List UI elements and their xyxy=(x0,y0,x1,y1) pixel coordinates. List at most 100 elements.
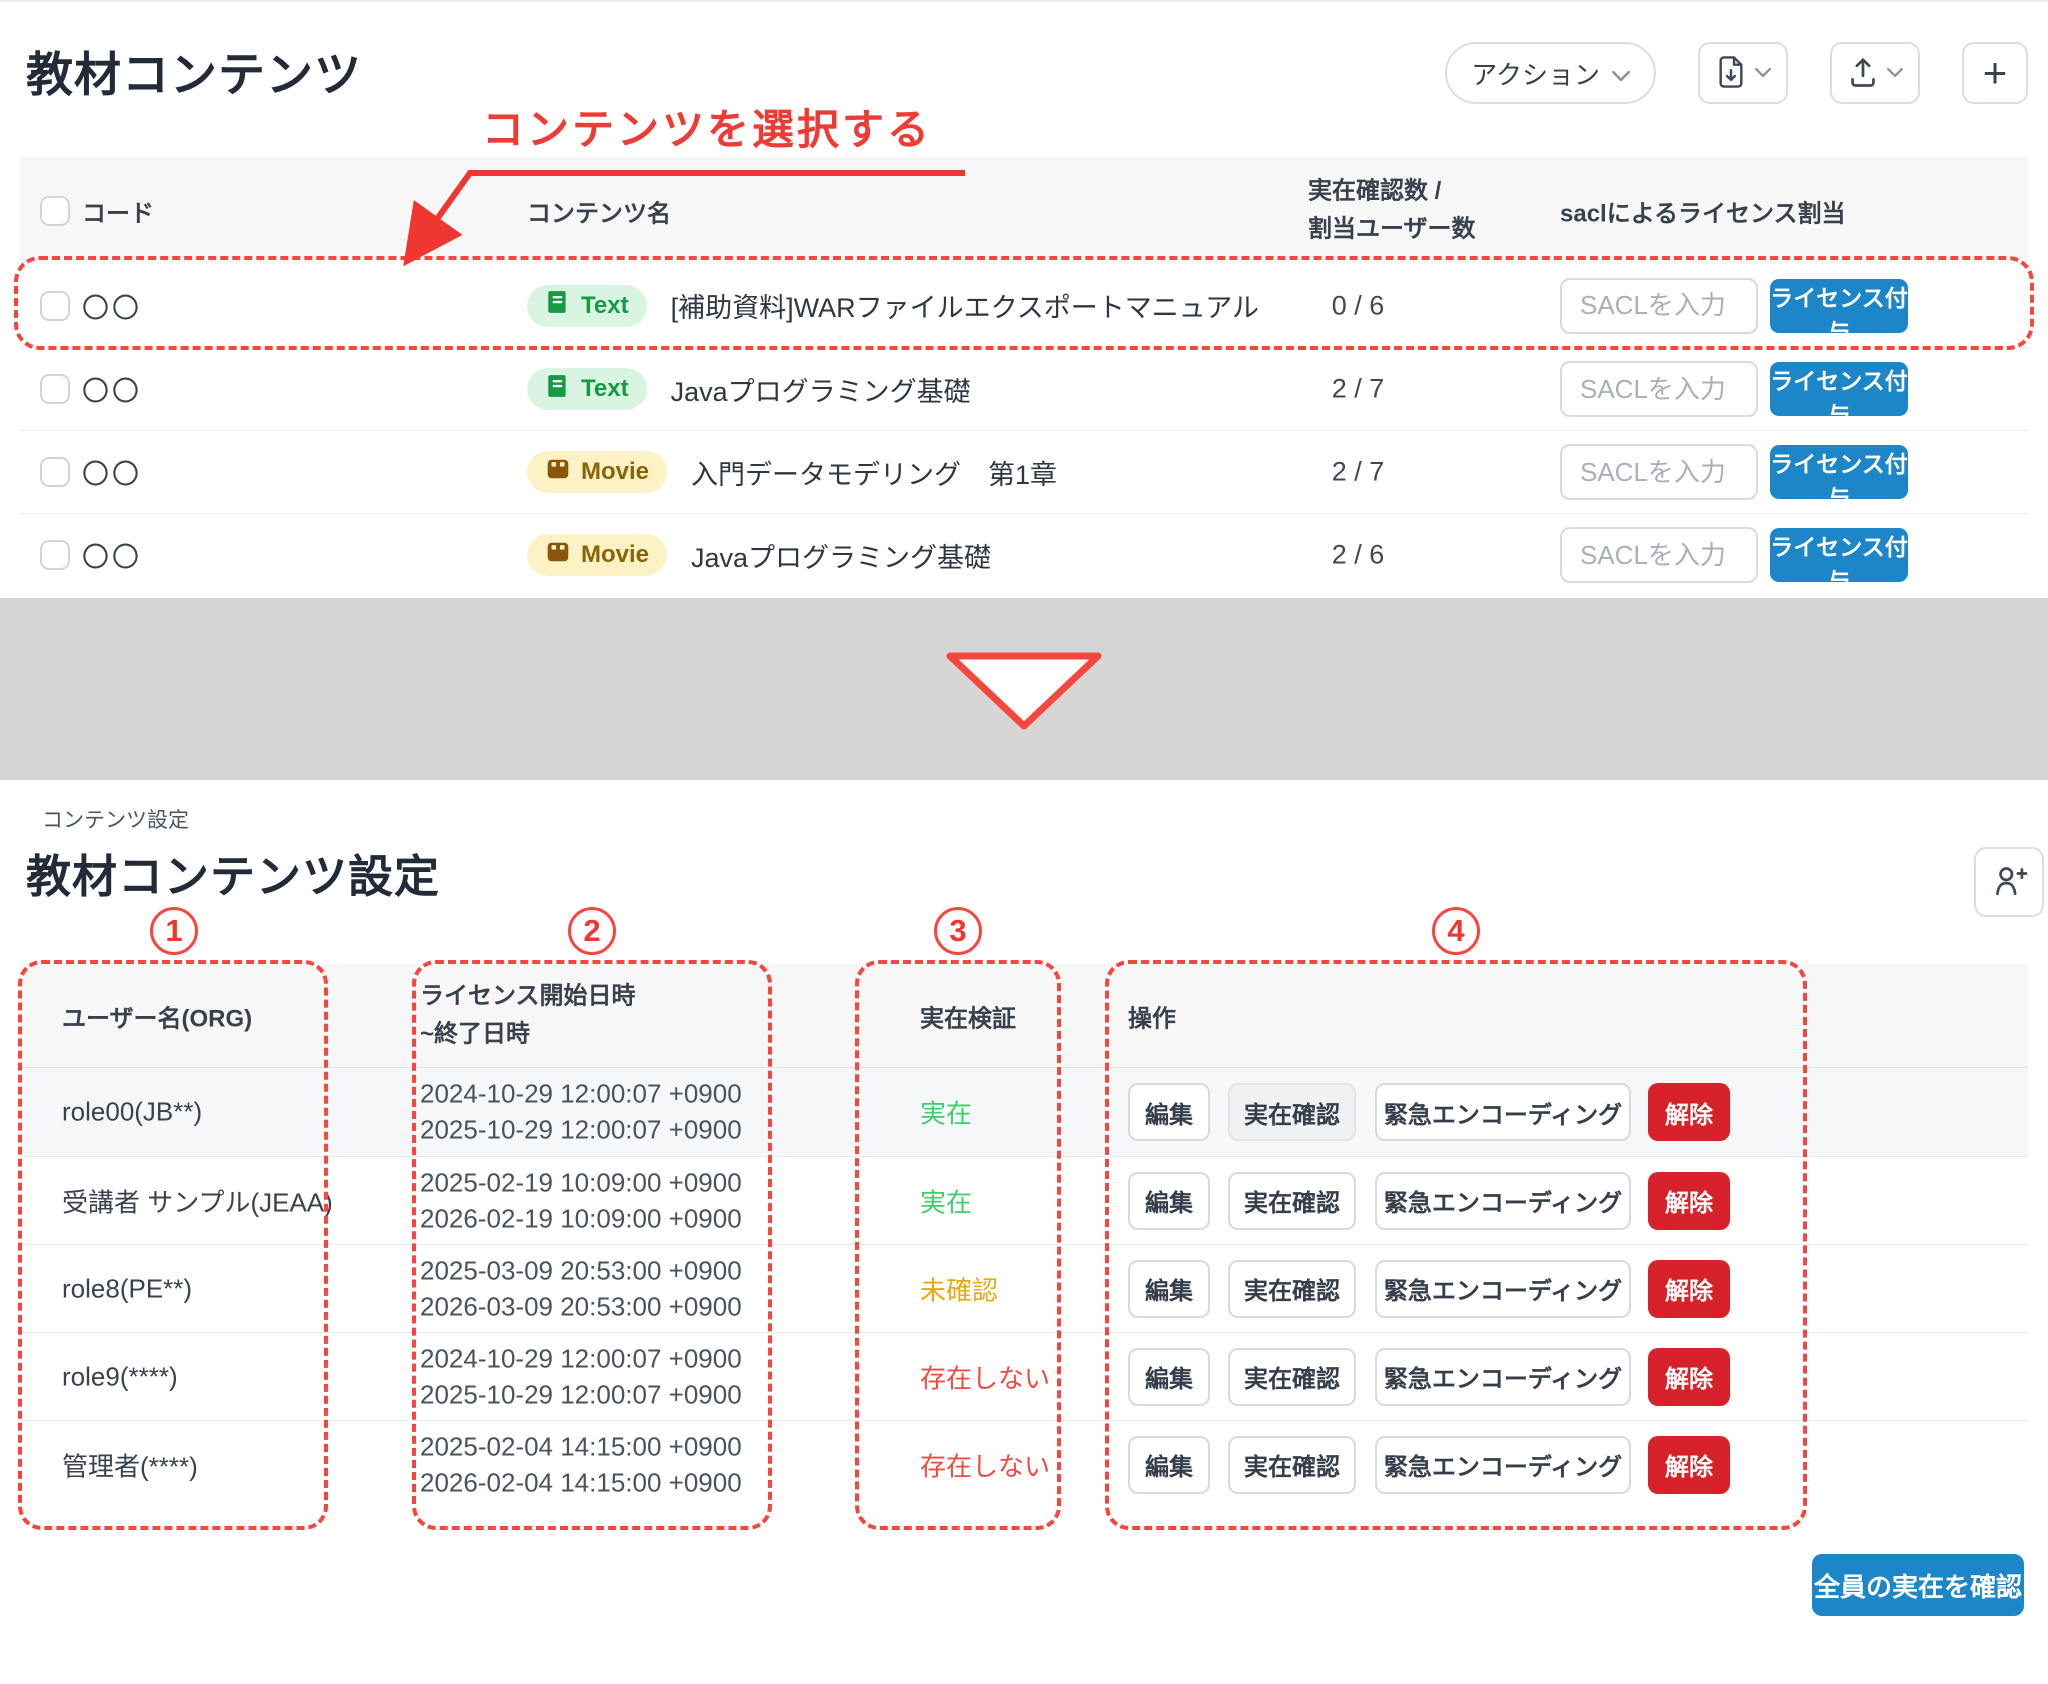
row-checkbox[interactable] xyxy=(40,291,70,321)
sacl-input[interactable] xyxy=(1560,278,1758,334)
upload-tray-icon xyxy=(1848,56,1878,91)
user-name: role9(****) xyxy=(62,1361,178,1392)
marker-2: 2 xyxy=(568,907,616,955)
chevron-down-icon xyxy=(1755,66,1771,81)
action-menu-button[interactable]: アクション xyxy=(1445,42,1656,104)
toolbar: アクション + xyxy=(1445,42,2028,104)
content-name-cell: Text [補助資料]WARファイルエクスポートマニュアル xyxy=(527,285,1259,327)
emergency-encoding-button[interactable]: 緊急エンコーディング xyxy=(1375,1436,1631,1494)
settings-page-title: 教材コンテンツ設定 xyxy=(26,840,440,905)
settings-table-header: ユーザー名(ORG) ライセンス開始日時 ~終了日時 実在検証 操作 xyxy=(20,964,2028,1068)
chevron-down-icon xyxy=(1612,58,1630,89)
breadcrumb[interactable]: コンテンツ設定 xyxy=(42,804,189,834)
license-period: 2024-10-29 12:00:07 +0900 2025-10-29 12:… xyxy=(420,1076,742,1149)
license-period: 2024-10-29 12:00:07 +0900 2025-10-29 12:… xyxy=(420,1340,742,1413)
release-button[interactable]: 解除 xyxy=(1648,1348,1730,1406)
row-checkbox[interactable] xyxy=(40,540,70,570)
type-badge-label: Movie xyxy=(581,458,649,486)
user-name: 受講者 サンプル(JEAA) xyxy=(62,1182,333,1219)
annotation-select-content: コンテンツを選択する xyxy=(482,96,932,157)
content-row[interactable]: 〇〇 Text Javaプログラミング基礎 2 / 7 ライセンス付与 xyxy=(20,347,2028,430)
release-button[interactable]: 解除 xyxy=(1648,1083,1730,1141)
edit-button[interactable]: 編集 xyxy=(1128,1260,1210,1318)
verify-status: 実在 xyxy=(920,1182,972,1219)
grant-license-button[interactable]: ライセンス付与 xyxy=(1770,528,1908,582)
content-name: [補助資料]WARファイルエクスポートマニュアル xyxy=(671,286,1259,325)
content-name-cell: Movie Javaプログラミング基礎 xyxy=(527,534,991,576)
content-row[interactable]: 〇〇 Movie Javaプログラミング基礎 2 / 6 ライセンス付与 xyxy=(20,513,2028,596)
sacl-input[interactable] xyxy=(1560,361,1758,417)
grant-license-button[interactable]: ライセンス付与 xyxy=(1770,445,1908,499)
marker-1: 1 xyxy=(150,907,198,955)
step-divider-band xyxy=(0,598,2048,780)
edit-button[interactable]: 編集 xyxy=(1128,1172,1210,1230)
edit-button[interactable]: 編集 xyxy=(1128,1348,1210,1406)
content-code: 〇〇 xyxy=(82,453,142,492)
user-license-row: 受講者 サンプル(JEAA) 2025-02-19 10:09:00 +0900… xyxy=(20,1156,2028,1244)
export-button[interactable] xyxy=(1698,42,1788,104)
verify-existence-button[interactable]: 実在確認 xyxy=(1228,1172,1356,1230)
verify-status: 未確認 xyxy=(920,1270,998,1307)
license-period: 2025-02-04 14:15:00 +0900 2026-02-04 14:… xyxy=(420,1428,742,1501)
plus-icon: + xyxy=(1983,52,2008,94)
content-code: 〇〇 xyxy=(82,370,142,409)
user-license-row: role8(PE**) 2025-03-09 20:53:00 +0900 20… xyxy=(20,1244,2028,1332)
marker-3: 3 xyxy=(934,907,982,955)
edit-button[interactable]: 編集 xyxy=(1128,1436,1210,1494)
film-icon xyxy=(545,539,571,572)
content-management-page: 教材コンテンツ アクション + コンテンツを選 xyxy=(0,0,2048,1684)
book-icon xyxy=(545,289,571,322)
column-header-license-period: ライセンス開始日時 ~終了日時 xyxy=(420,977,636,1054)
count-cell: 2 / 6 xyxy=(1300,540,1416,571)
import-button[interactable] xyxy=(1830,42,1920,104)
type-badge-label: Text xyxy=(581,292,629,320)
emergency-encoding-button[interactable]: 緊急エンコーディング xyxy=(1375,1083,1631,1141)
user-name: role00(JB**) xyxy=(62,1097,202,1128)
file-download-icon xyxy=(1716,55,1746,92)
edit-button[interactable]: 編集 xyxy=(1128,1083,1210,1141)
content-row[interactable]: 〇〇 Text [補助資料]WARファイルエクスポートマニュアル 0 / 6 ラ… xyxy=(20,264,2028,347)
film-icon xyxy=(545,456,571,489)
create-button[interactable]: + xyxy=(1962,42,2028,104)
content-name-cell: Movie 入門データモデリング 第1章 xyxy=(527,451,1057,493)
type-badge-movie: Movie xyxy=(527,534,667,576)
release-button[interactable]: 解除 xyxy=(1648,1172,1730,1230)
count-cell: 2 / 7 xyxy=(1300,457,1416,488)
verify-existence-button[interactable]: 実在確認 xyxy=(1228,1348,1356,1406)
content-name: Javaプログラミング基礎 xyxy=(671,370,971,409)
content-code: 〇〇 xyxy=(82,536,142,575)
content-table-header: コード コンテンツ名 実在確認数 / 割当ユーザー数 saclによるライセンス割… xyxy=(20,157,2028,264)
column-header-count: 実在確認数 / 割当ユーザー数 xyxy=(1308,172,1476,249)
release-button[interactable]: 解除 xyxy=(1648,1260,1730,1318)
grant-license-button[interactable]: ライセンス付与 xyxy=(1770,279,1908,333)
content-code: 〇〇 xyxy=(82,286,142,325)
confirm-all-existence-button[interactable]: 全員の実在を確認 xyxy=(1812,1554,2024,1616)
verify-status: 存在しない xyxy=(920,1446,1050,1483)
verify-existence-button[interactable]: 実在確認 xyxy=(1228,1436,1356,1494)
verify-existence-button[interactable]: 実在確認 xyxy=(1228,1260,1356,1318)
verify-status: 実在 xyxy=(920,1094,972,1131)
user-license-row: role9(****) 2024-10-29 12:00:07 +0900 20… xyxy=(20,1332,2028,1420)
row-checkbox[interactable] xyxy=(40,457,70,487)
add-user-button[interactable] xyxy=(1974,847,2044,917)
row-checkbox[interactable] xyxy=(40,374,70,404)
column-header-sacl: saclによるライセンス割当 xyxy=(1560,193,1846,228)
page-title: 教材コンテンツ xyxy=(26,36,362,105)
content-row[interactable]: 〇〇 Movie 入門データモデリング 第1章 2 / 7 ライセンス付与 xyxy=(20,430,2028,513)
column-header-name: コンテンツ名 xyxy=(527,193,671,228)
emergency-encoding-button[interactable]: 緊急エンコーディング xyxy=(1375,1172,1631,1230)
type-badge-movie: Movie xyxy=(527,451,667,493)
release-button[interactable]: 解除 xyxy=(1648,1436,1730,1494)
select-all-checkbox[interactable] xyxy=(40,196,70,226)
sacl-input[interactable] xyxy=(1560,444,1758,500)
grant-license-button[interactable]: ライセンス付与 xyxy=(1770,362,1908,416)
book-icon xyxy=(545,373,571,406)
verify-existence-button[interactable]: 実在確認 xyxy=(1228,1083,1356,1141)
emergency-encoding-button[interactable]: 緊急エンコーディング xyxy=(1375,1260,1631,1318)
sacl-input[interactable] xyxy=(1560,527,1758,583)
emergency-encoding-button[interactable]: 緊急エンコーディング xyxy=(1375,1348,1631,1406)
license-period: 2025-02-19 10:09:00 +0900 2026-02-19 10:… xyxy=(420,1164,742,1237)
license-period: 2025-03-09 20:53:00 +0900 2026-03-09 20:… xyxy=(420,1252,742,1325)
content-name: 入門データモデリング 第1章 xyxy=(691,453,1057,492)
count-cell: 2 / 7 xyxy=(1300,374,1416,405)
